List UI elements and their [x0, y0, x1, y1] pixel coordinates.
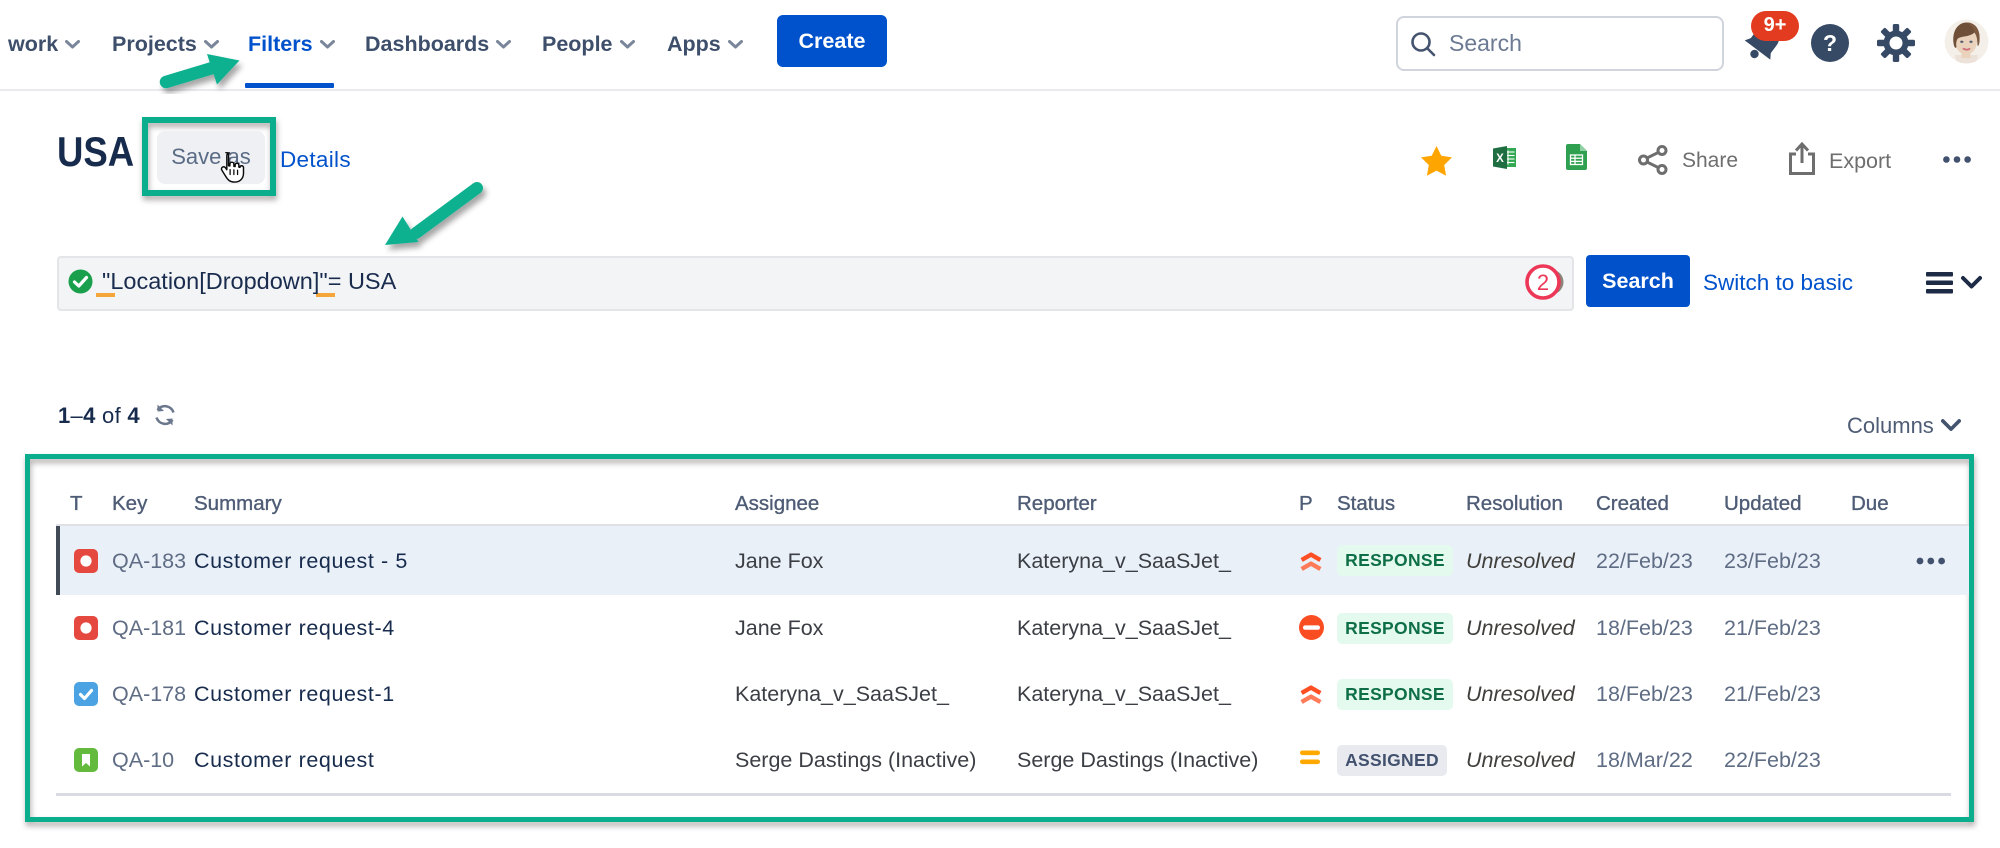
svg-text:X: X: [1496, 153, 1504, 165]
svg-text:2: 2: [1537, 270, 1549, 295]
